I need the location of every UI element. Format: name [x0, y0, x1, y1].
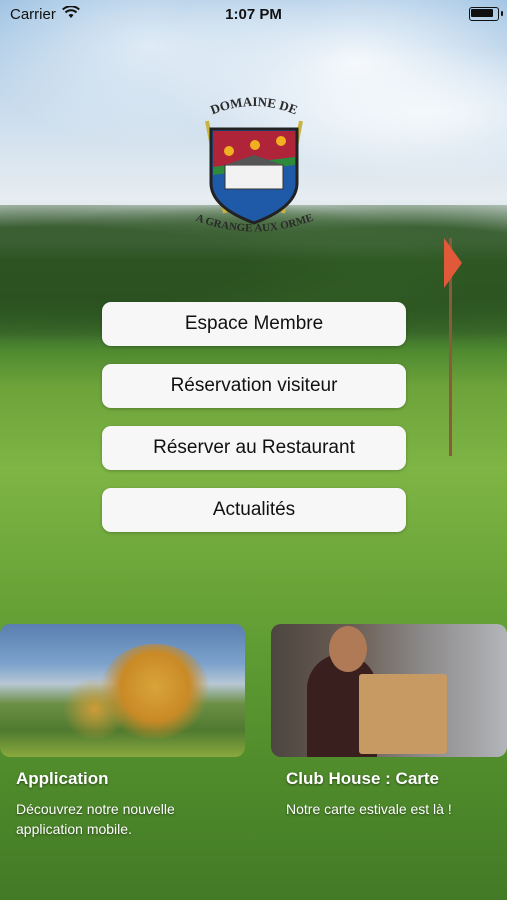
status-bar: Carrier 1:07 PM [0, 0, 507, 28]
cafe-image[interactable] [271, 624, 507, 757]
main-menu: Espace Membre Réservation visiteur Réser… [102, 302, 406, 550]
battery-icon [469, 7, 499, 21]
paper-bag-shape [359, 674, 447, 754]
screen: Carrier 1:07 PM DOMAINE DE A GRANGE AUX … [0, 0, 507, 900]
person-head-shape [329, 626, 367, 672]
reservation-visiteur-button[interactable]: Réservation visiteur [102, 364, 406, 408]
club-logo: DOMAINE DE LA GRANGE AUX ORMES [185, 86, 319, 245]
card-text: Découvrez notre nouvelle application mob… [16, 801, 175, 837]
card-text: Notre carte estivale est là ! [286, 801, 452, 817]
espace-membre-button[interactable]: Espace Membre [102, 302, 406, 346]
card-club-house[interactable]: Club House : Carte Notre carte estivale … [271, 624, 507, 819]
logo-top-text: DOMAINE DE [208, 94, 300, 117]
svg-text:DOMAINE DE: DOMAINE DE [208, 95, 300, 117]
golf-flag-icon [444, 238, 462, 288]
card-title: Application [16, 769, 109, 788]
autumn-tree-image[interactable] [0, 624, 245, 757]
reserver-restaurant-button[interactable]: Réserver au Restaurant [102, 426, 406, 470]
actualites-button[interactable]: Actualités [102, 488, 406, 532]
battery-tip [501, 11, 503, 16]
card-application[interactable]: Application Découvrez notre nouvelle app… [0, 624, 245, 839]
news-cards: Application Découvrez notre nouvelle app… [0, 624, 507, 900]
card-title: Club House : Carte [286, 769, 440, 788]
status-time: 1:07 PM [225, 6, 282, 23]
tree-shape [100, 644, 210, 739]
